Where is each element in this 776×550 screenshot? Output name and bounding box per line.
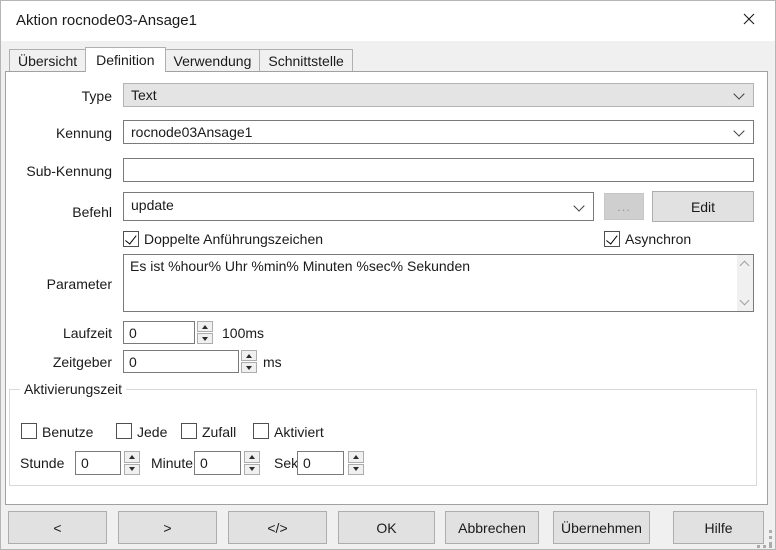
sek-down-button[interactable] — [348, 464, 364, 476]
laufzeit-up-button[interactable] — [197, 321, 213, 332]
back-button[interactable]: < — [8, 511, 107, 544]
asynchron-label: Asynchron — [625, 231, 691, 248]
help-button[interactable]: Hilfe — [673, 511, 764, 544]
triangle-down-icon — [129, 467, 135, 471]
doppelte-anfuehrungszeichen-checkbox[interactable] — [123, 231, 139, 247]
benutze-label: Benutze — [42, 424, 93, 441]
doppelte-anfuehrungszeichen-label: Doppelte Anführungszeichen — [144, 231, 323, 248]
minute-down-button[interactable] — [244, 464, 260, 476]
stunde-spin-buttons — [124, 451, 140, 475]
sub-kennung-input[interactable] — [123, 158, 754, 182]
triangle-up-icon — [249, 455, 255, 459]
zeitgeber-label: Zeitgeber — [12, 353, 112, 371]
zeitgeber-up-button[interactable] — [241, 350, 257, 361]
minute-spin-buttons — [244, 451, 260, 475]
type-select[interactable]: Text — [123, 83, 754, 107]
parameter-field: Es ist %hour% Uhr %min% Minuten %sec% Se… — [123, 254, 754, 312]
aktiviert-checkbox[interactable] — [253, 423, 269, 439]
triangle-down-icon — [353, 467, 359, 471]
parameter-scrollbar[interactable] — [737, 255, 753, 311]
chevron-down-icon — [733, 88, 744, 99]
minute-up-button[interactable] — [244, 451, 260, 463]
cancel-button[interactable]: Abbrechen — [445, 511, 539, 544]
chevron-down-icon — [733, 125, 744, 136]
parameter-textarea[interactable]: Es ist %hour% Uhr %min% Minuten %sec% Se… — [124, 255, 736, 311]
tab-uebersicht[interactable]: Übersicht — [9, 49, 86, 71]
befehl-browse-button[interactable]: ... — [604, 193, 644, 220]
zeitgeber-unit: ms — [263, 354, 282, 370]
zeitgeber-down-button[interactable] — [241, 362, 257, 373]
minute-spinner — [194, 451, 260, 475]
sek-input[interactable] — [297, 451, 344, 475]
sek-spin-buttons — [348, 451, 364, 475]
tab-definition[interactable]: Definition — [85, 47, 165, 72]
triangle-up-icon — [246, 354, 252, 358]
zufall-checkbox[interactable] — [181, 423, 197, 439]
benutze-checkbox[interactable] — [21, 423, 37, 439]
chevron-down-icon — [573, 200, 584, 211]
forward-button[interactable]: > — [118, 511, 217, 544]
code-button[interactable]: </> — [228, 511, 327, 544]
close-button[interactable] — [729, 4, 769, 36]
tab-verwendung[interactable]: Verwendung — [165, 49, 261, 71]
zeitgeber-spin-buttons — [241, 350, 257, 373]
kennung-combobox[interactable]: rocnode03Ansage1 — [123, 120, 754, 144]
close-icon — [743, 13, 755, 28]
jede-checkbox[interactable] — [116, 423, 132, 439]
triangle-down-icon — [202, 337, 208, 341]
triangle-down-icon — [246, 366, 252, 370]
sub-kennung-label: Sub-Kennung — [12, 162, 112, 180]
zeitgeber-spinner — [123, 350, 257, 373]
scroll-up-icon — [740, 261, 750, 271]
window-title: Aktion rocnode03-Ansage1 — [16, 12, 197, 29]
zufall-label: Zufall — [202, 424, 236, 441]
triangle-down-icon — [249, 467, 255, 471]
laufzeit-input[interactable] — [123, 321, 195, 344]
asynchron-checkbox[interactable] — [604, 231, 620, 247]
stunde-down-button[interactable] — [124, 464, 140, 476]
edit-button[interactable]: Edit — [652, 191, 754, 222]
tab-bar: Übersicht Definition Verwendung Schnitts… — [9, 46, 352, 71]
aktiviert-label: Aktiviert — [274, 424, 324, 441]
scroll-down-icon — [740, 296, 750, 306]
stunde-input[interactable] — [75, 451, 121, 475]
aktion-dialog: Aktion rocnode03-Ansage1 Übersicht Defin… — [0, 0, 776, 550]
stunde-up-button[interactable] — [124, 451, 140, 463]
stunde-label: Stunde — [20, 455, 64, 471]
tab-schnittstelle[interactable]: Schnittstelle — [259, 49, 352, 71]
minute-label: Minute — [151, 455, 193, 471]
befehl-combobox[interactable]: update — [123, 192, 594, 221]
befehl-value: update — [124, 193, 174, 213]
sek-spinner — [297, 451, 364, 475]
type-label: Type — [12, 87, 112, 105]
jede-label: Jede — [137, 424, 167, 441]
laufzeit-spinner — [123, 321, 213, 344]
sek-up-button[interactable] — [348, 451, 364, 463]
titlebar: Aktion rocnode03-Ansage1 — [1, 1, 775, 41]
laufzeit-unit: 100ms — [222, 325, 264, 341]
laufzeit-down-button[interactable] — [197, 333, 213, 344]
triangle-up-icon — [129, 455, 135, 459]
zeitgeber-input[interactable] — [123, 350, 239, 373]
ok-button[interactable]: OK — [338, 511, 435, 544]
aktivierungszeit-group-title: Aktivierungszeit — [20, 381, 126, 397]
kennung-value: rocnode03Ansage1 — [124, 124, 252, 140]
laufzeit-label: Laufzeit — [12, 324, 112, 342]
kennung-label: Kennung — [12, 124, 112, 142]
triangle-up-icon — [202, 325, 208, 329]
parameter-label: Parameter — [12, 275, 112, 293]
apply-button[interactable]: Übernehmen — [553, 511, 650, 544]
resize-grip[interactable] — [757, 530, 760, 533]
triangle-up-icon — [353, 455, 359, 459]
laufzeit-spin-buttons — [197, 321, 213, 344]
minute-input[interactable] — [194, 451, 241, 475]
befehl-label: Befehl — [12, 203, 112, 221]
type-select-value: Text — [124, 87, 157, 103]
stunde-spinner — [75, 451, 140, 475]
